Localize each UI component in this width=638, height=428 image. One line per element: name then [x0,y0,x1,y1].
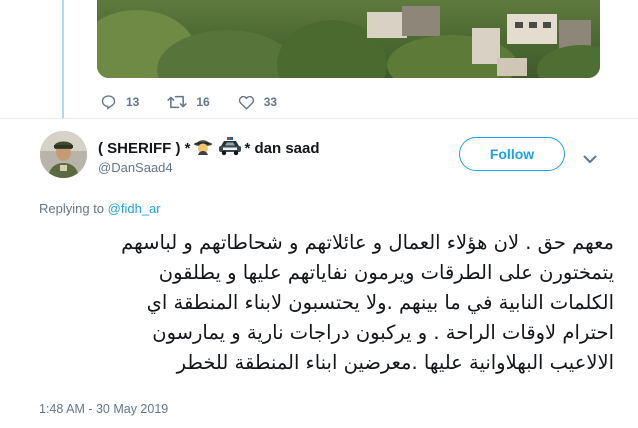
photo-building [367,12,407,38]
photo-building [497,58,527,76]
tweet-divider [0,118,638,119]
replying-to-link[interactable]: @fidh_ar [108,201,161,216]
tweet-photo[interactable] [97,0,600,78]
avatar-image [40,131,87,178]
photo-building [472,28,500,64]
reply-action[interactable]: 13 [100,94,139,110]
like-action[interactable]: 33 [238,94,277,110]
reply-icon [101,95,116,110]
photo-window [543,22,551,28]
tweet-text-line: الالاعيب البهلاوانية عليها .معرضين ابناء… [176,351,614,374]
photo-window [515,22,523,28]
heart-icon [238,95,254,110]
photo-foliage [537,45,600,78]
follow-button[interactable]: Follow [459,137,565,171]
retweet-icon [167,95,187,109]
detective-emoji [193,136,213,161]
photo-window [529,22,537,28]
replying-to: Replying to @fidh_ar [39,201,161,216]
author-name-row[interactable]: ( SHERIFF ) * * dan saad [98,136,320,161]
replying-prefix: Replying to [39,201,105,216]
tweet-text: معهم حق . لان هؤلاء العمال و عائلاتهم و … [30,228,614,378]
previous-tweet-actions: 13 16 33 [100,93,305,111]
author-handle[interactable]: @DanSaad4 [98,160,173,175]
photo-building [402,6,440,36]
like-count: 33 [263,95,278,109]
tweet-menu-caret[interactable] [583,151,597,169]
tweet-text-line: الكلمات النابية في ما بينهم .ولا يحتسبون… [146,291,614,314]
tweet-text-line: يتمختورن على الطرقات ويرمون نفاياتهم علي… [158,261,614,284]
tweet-text-line: احترام لاوقات الراحة . و يركبون دراجات ن… [152,321,614,344]
chevron-down-icon [583,155,597,163]
tweet-text-line: معهم حق . لان هؤلاء العمال و عائلاتهم و … [121,231,614,254]
avatar[interactable] [40,131,87,178]
display-name-suffix: * dan saad [244,140,320,157]
display-name: ( SHERIFF ) * [98,140,191,157]
retweet-action[interactable]: 16 [167,94,210,110]
photo-building [507,14,557,44]
police-car-emoji [217,136,243,161]
retweet-count: 16 [196,95,210,109]
reply-count: 13 [126,95,140,109]
thread-connector-line [62,0,64,118]
tweet-timestamp[interactable]: 1:48 AM - 30 May 2019 [39,402,168,416]
